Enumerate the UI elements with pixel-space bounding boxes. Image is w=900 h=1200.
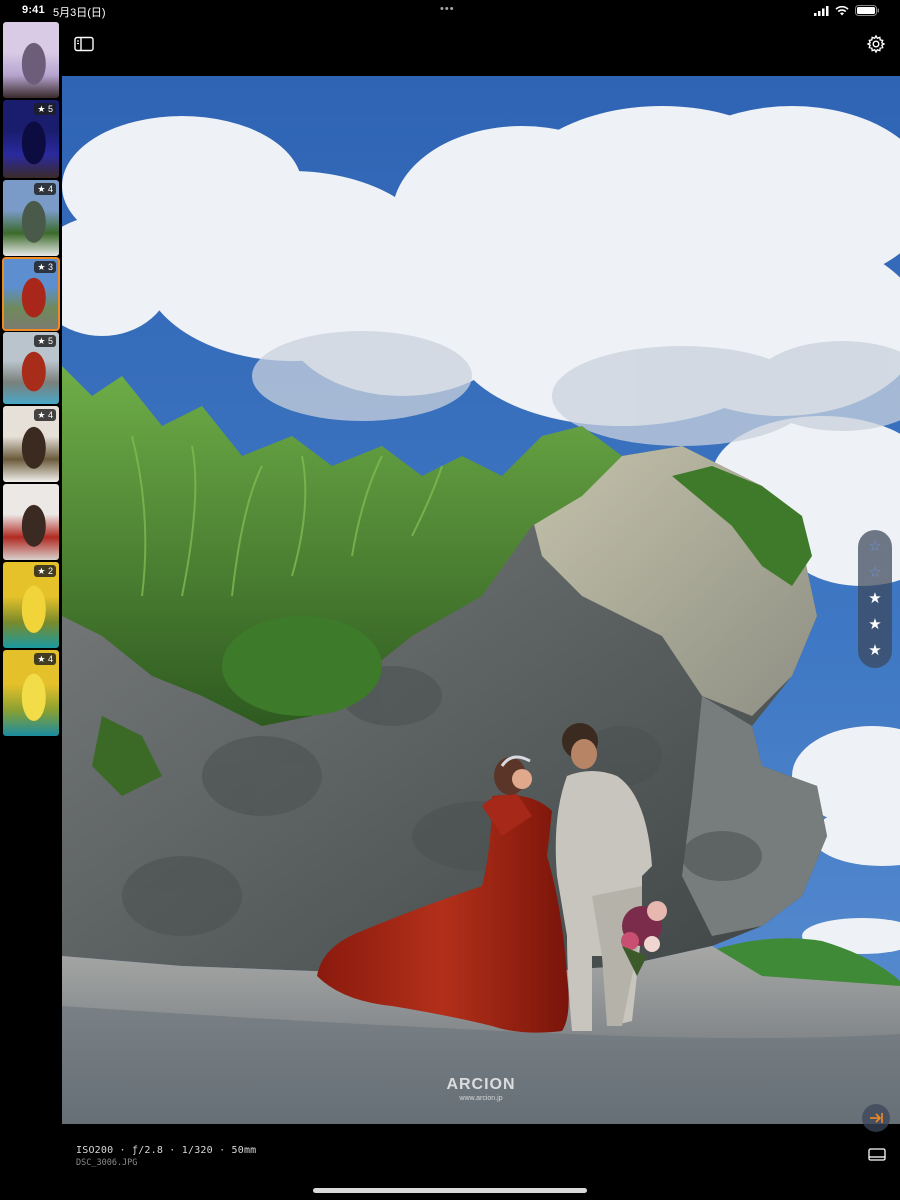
- thumbnail-sidebar[interactable]: ★ 5 ★ 4 ★ 3 ★ 5 ★ 4 ★ 2 ★ 4: [0, 22, 62, 1122]
- wifi-icon: [835, 5, 849, 15]
- star-filled-icon[interactable]: ★: [867, 591, 883, 607]
- thumbnail-rating-badge: ★ 3: [34, 261, 56, 273]
- thumbnail-rating-badge: ★ 4: [34, 653, 56, 665]
- status-date: 5月3日(日): [53, 7, 106, 19]
- thumbnail[interactable]: ★ 5: [3, 332, 59, 404]
- thumbnail[interactable]: ★ 3: [2, 257, 60, 331]
- gear-icon[interactable]: [866, 34, 886, 54]
- rating-panel: ☆ ☆ ★ ★ ★: [858, 530, 892, 668]
- exif-info: ISO200 · ƒ/2.8 · 1/320 · 50mm: [76, 1145, 257, 1156]
- multitasking-dots-icon[interactable]: •••: [440, 3, 455, 15]
- cellular-icon: [814, 5, 829, 16]
- filename: DSC_3006.JPG: [76, 1158, 138, 1168]
- watermark-brand: ARCION: [446, 1076, 516, 1093]
- home-indicator: [313, 1188, 587, 1193]
- star-outline-icon[interactable]: ☆: [867, 565, 883, 581]
- star-filled-icon[interactable]: ★: [867, 617, 883, 633]
- thumbnail[interactable]: [3, 22, 59, 98]
- thumbnail[interactable]: [3, 484, 59, 560]
- thumbnail[interactable]: ★ 2: [3, 562, 59, 648]
- watermark-url: www.arcion.jp: [459, 1095, 503, 1102]
- watermark: ARCION www.arcion.jp: [62, 1076, 900, 1102]
- status-time: 9:41: [22, 4, 45, 16]
- thumbnail-rating-badge: ★ 5: [34, 335, 56, 347]
- thumbnail[interactable]: ★ 4: [3, 650, 59, 736]
- star-outline-icon[interactable]: ☆: [867, 539, 883, 555]
- arrow-to-end-icon: [870, 1113, 883, 1123]
- battery-icon: [855, 5, 879, 16]
- thumbnail[interactable]: ★ 4: [3, 180, 59, 256]
- thumbnail-rating-badge: ★ 4: [34, 409, 56, 421]
- thumbnail-rating-badge: ★ 2: [34, 565, 56, 577]
- thumbnail[interactable]: ★ 4: [3, 406, 59, 482]
- star-filled-icon[interactable]: ★: [867, 643, 883, 659]
- main-photo[interactable]: ARCION www.arcion.jp: [62, 76, 900, 1124]
- thumbnail-rating-badge: ★ 5: [34, 103, 56, 115]
- thumbnail[interactable]: ★ 5: [3, 100, 59, 178]
- jump-to-next-button[interactable]: [862, 1104, 890, 1132]
- sidebar-icon[interactable]: [74, 36, 94, 52]
- layout-toggle-icon[interactable]: [868, 1148, 886, 1162]
- status-bar: 9:41 5月3日(日) •••: [0, 0, 900, 22]
- thumbnail-rating-badge: ★ 4: [34, 183, 56, 195]
